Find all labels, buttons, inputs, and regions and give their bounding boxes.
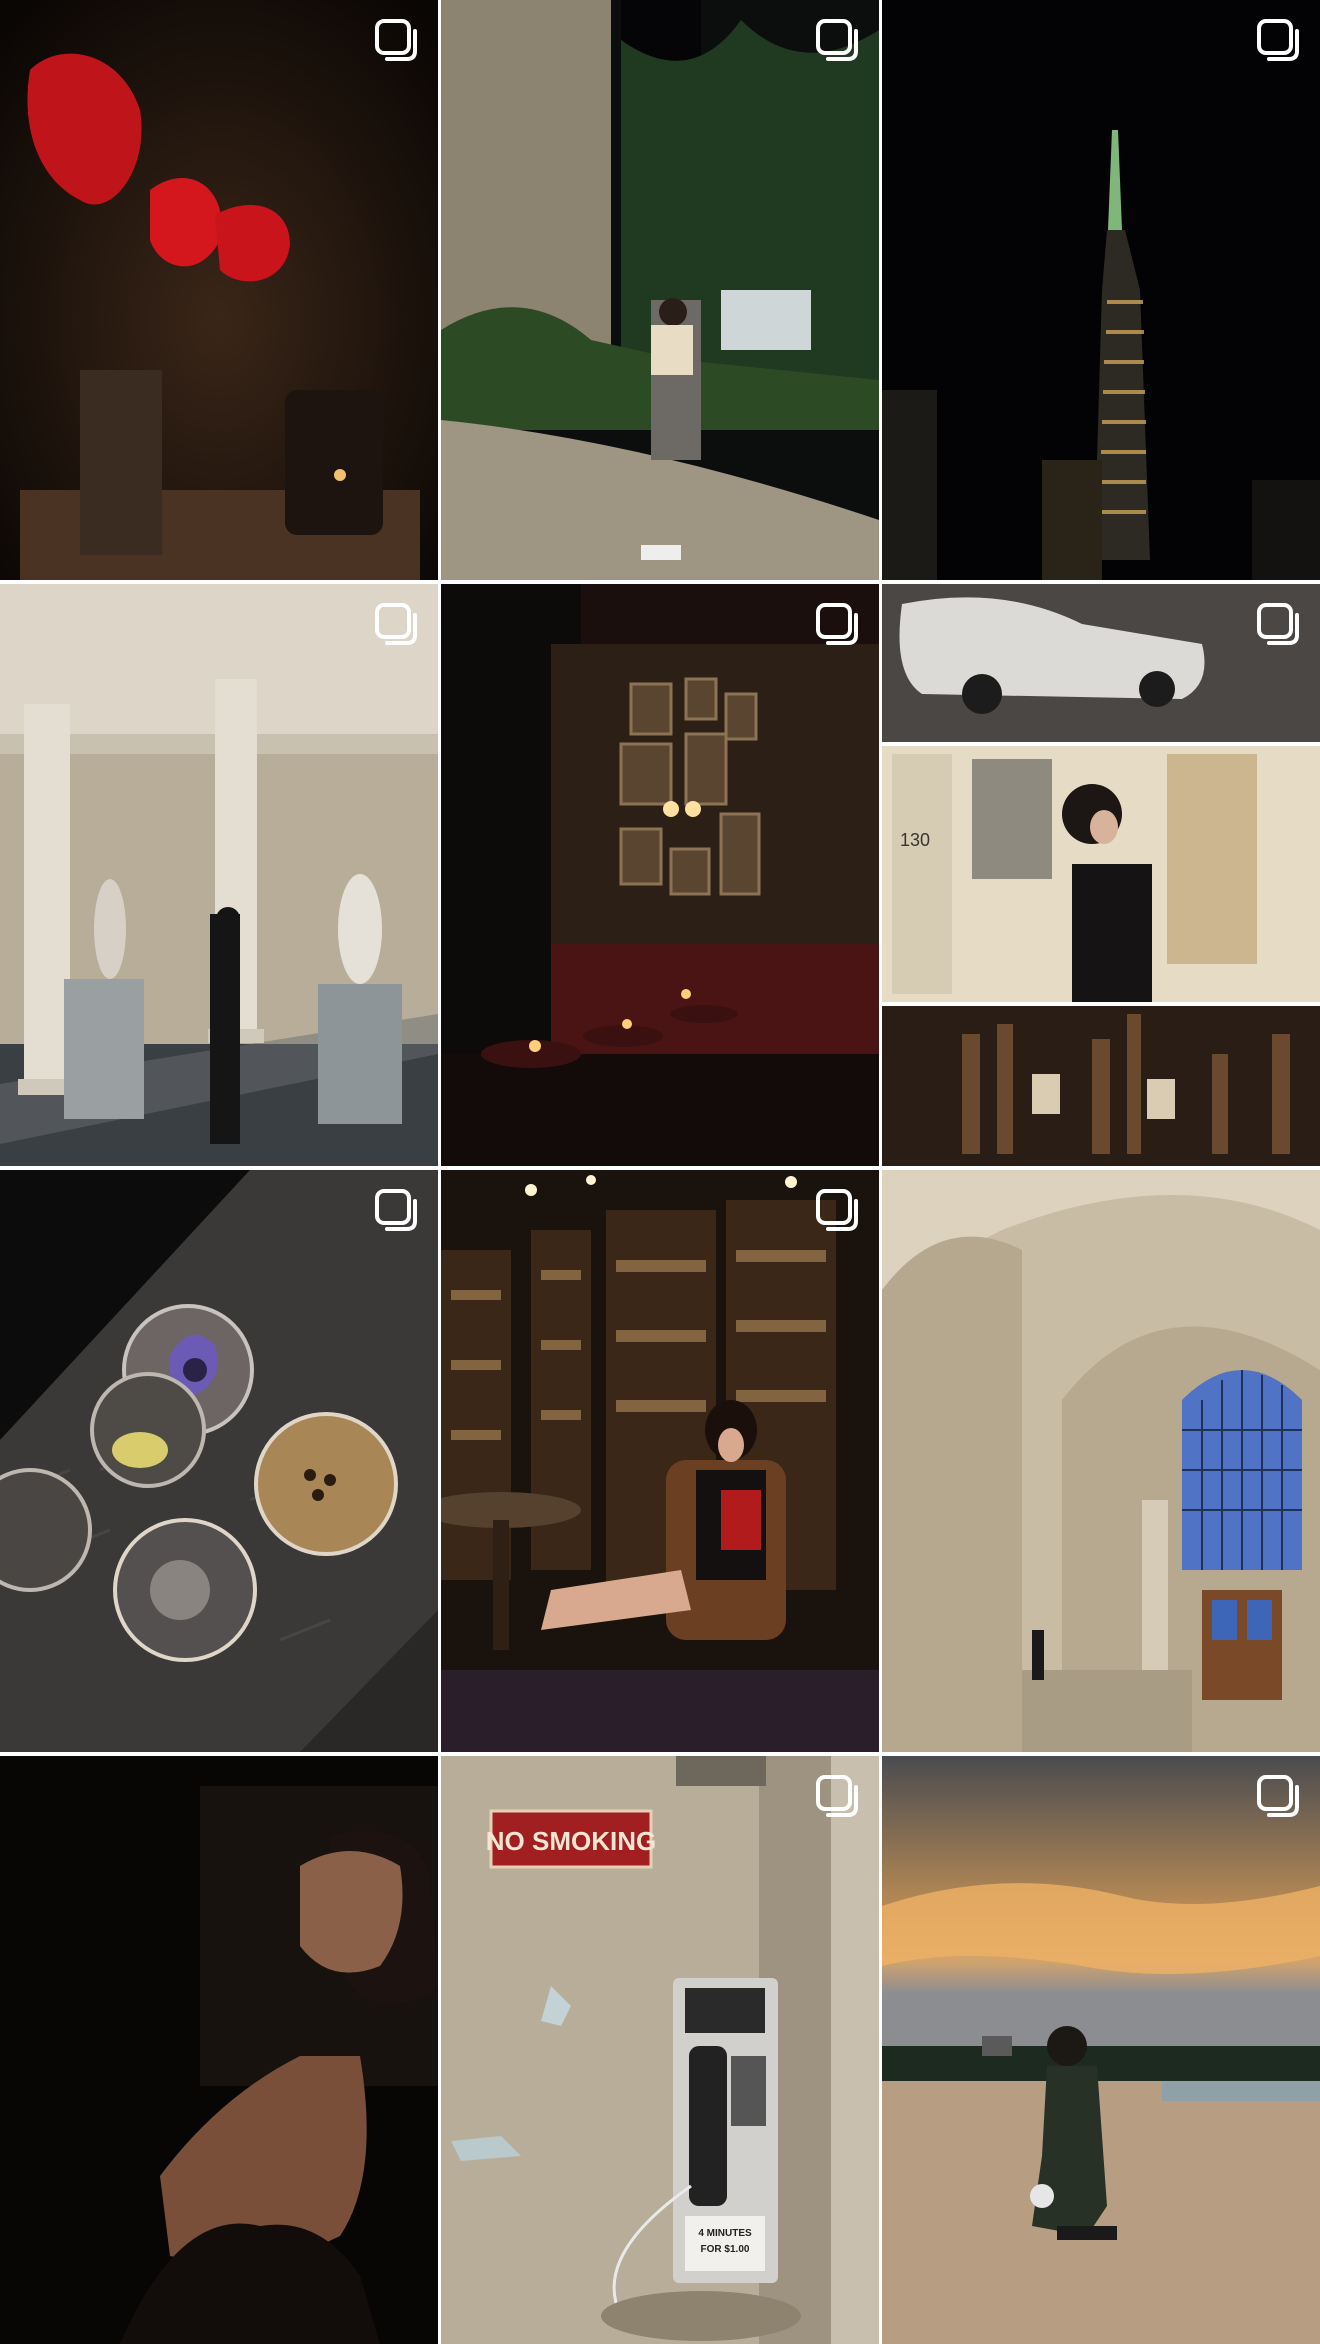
museum-hall-photo xyxy=(0,584,438,1166)
carousel-icon xyxy=(1256,602,1302,648)
carousel-icon xyxy=(374,602,420,648)
post-tile-garden-night[interactable] xyxy=(441,0,879,580)
carousel-icon xyxy=(815,1188,861,1234)
carousel-icon xyxy=(815,18,861,64)
payphone-rate: 4 MINUTES xyxy=(698,2228,752,2239)
post-grid: 130 NO SMOKING 4 MINUTES FOR $1.00 xyxy=(0,0,1320,2344)
red-flowers-photo xyxy=(0,0,438,580)
post-tile-payphone[interactable]: NO SMOKING 4 MINUTES FOR $1.00 xyxy=(441,1756,879,2344)
post-tile-collage[interactable]: 130 xyxy=(882,584,1320,1166)
post-tile-library-arch[interactable] xyxy=(882,1170,1320,1752)
shadow-portrait-photo xyxy=(0,1756,438,2344)
post-tile-shadow-portrait[interactable] xyxy=(0,1756,438,2344)
library-bar-photo xyxy=(441,1170,879,1752)
carousel-icon xyxy=(815,602,861,648)
post-tile-cocktails[interactable] xyxy=(0,1170,438,1752)
post-tile-city-tower[interactable] xyxy=(882,0,1320,580)
library-arch-photo xyxy=(882,1170,1320,1752)
payphone-rate-2: FOR $1.00 xyxy=(701,2244,750,2255)
post-tile-library-bar[interactable] xyxy=(441,1170,879,1752)
carousel-icon xyxy=(815,1774,861,1820)
carousel-icon xyxy=(1256,18,1302,64)
post-tile-red-flowers[interactable] xyxy=(0,0,438,580)
post-tile-museum-hall[interactable] xyxy=(0,584,438,1166)
carousel-icon xyxy=(374,1188,420,1234)
post-tile-beach-sunset[interactable] xyxy=(882,1756,1320,2344)
post-tile-dark-bar[interactable] xyxy=(441,584,879,1166)
dark-bar-photo xyxy=(441,584,879,1166)
no-smoking-sign: NO SMOKING xyxy=(486,1826,656,1856)
cocktails-photo xyxy=(0,1170,438,1752)
garden-night-photo xyxy=(441,0,879,580)
door-number: 130 xyxy=(900,830,930,850)
carousel-icon xyxy=(374,18,420,64)
carousel-icon xyxy=(1256,1774,1302,1820)
beach-sunset-photo xyxy=(882,1756,1320,2344)
payphone-photo: NO SMOKING 4 MINUTES FOR $1.00 xyxy=(441,1756,879,2344)
collage-photo: 130 xyxy=(882,584,1320,1166)
city-tower-photo xyxy=(882,0,1320,580)
